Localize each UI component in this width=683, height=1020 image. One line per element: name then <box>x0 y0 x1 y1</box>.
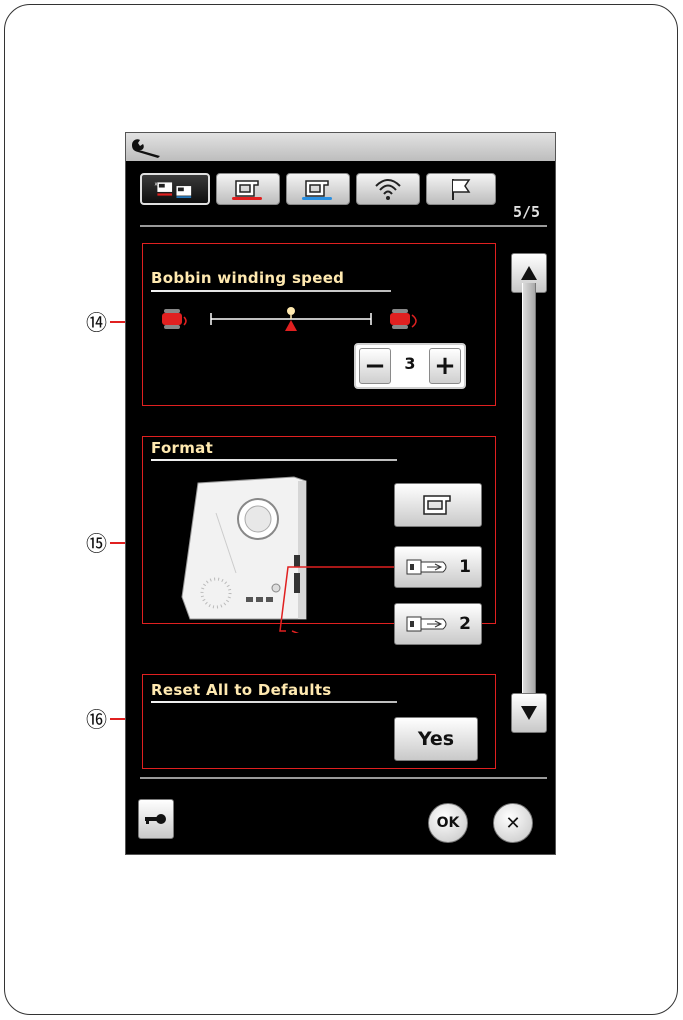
wrench-icon <box>132 139 160 158</box>
svg-text:x: x <box>154 181 157 187</box>
page-indicator: 5/5 <box>513 203 541 221</box>
machine-settings-icon: x <box>154 181 192 198</box>
tab-machine-settings[interactable]: x <box>140 173 210 205</box>
usb-stick-icon <box>406 559 447 575</box>
scroll-down-button[interactable] <box>511 693 547 733</box>
arrow-down-icon <box>521 706 537 720</box>
cancel-button[interactable]: ✕ <box>493 803 533 843</box>
format-usb1-button[interactable]: 1 <box>394 546 482 588</box>
wireless-icon <box>375 179 401 200</box>
reset-title-underline <box>151 701 397 703</box>
usb2-label: 2 <box>459 614 471 634</box>
bobbin-fast-icon <box>390 309 417 329</box>
settings-screen: x 5/5 Bobbin winding speed − 3 + Format … <box>125 132 556 855</box>
tab-divider <box>140 225 547 227</box>
footer-divider <box>140 777 547 779</box>
callout-16: ⑯ <box>86 708 107 732</box>
format-usb2-button[interactable]: 2 <box>394 603 482 645</box>
tab-sewing-settings[interactable] <box>216 173 280 205</box>
speed-increase-button[interactable]: + <box>429 348 461 384</box>
callout-15: ⑮ <box>86 532 107 556</box>
tab-embroidery-settings[interactable] <box>286 173 350 205</box>
title-bar <box>126 133 555 161</box>
arrow-up-icon <box>521 266 537 280</box>
format-title-underline <box>151 459 397 461</box>
flag-icon <box>452 179 471 200</box>
bobbin-speed-title-underline <box>151 290 391 292</box>
format-machine-button[interactable] <box>394 483 482 527</box>
reset-title: Reset All to Defaults <box>151 681 332 699</box>
usb1-label: 1 <box>459 557 471 577</box>
format-title: Format <box>151 439 214 457</box>
sewing-machine-red-icon <box>232 180 262 200</box>
tab-language[interactable] <box>426 173 496 205</box>
ok-button[interactable]: OK <box>428 803 468 843</box>
reset-yes-button[interactable]: Yes <box>394 717 478 761</box>
sewing-machine-blue-icon <box>302 180 332 200</box>
callout-14: ⑭ <box>86 311 107 335</box>
usb-stick-icon <box>406 616 447 632</box>
speed-decrease-button[interactable]: − <box>359 348 391 384</box>
bobbin-slow-icon <box>162 309 187 329</box>
speed-value: 3 <box>404 354 416 373</box>
reset-yes-label: Yes <box>417 728 455 750</box>
key-icon <box>145 814 166 824</box>
speed-stepper: − 3 + <box>354 343 466 389</box>
bobbin-speed-title: Bobbin winding speed <box>151 269 345 287</box>
tab-wireless[interactable] <box>356 173 420 205</box>
scroll-track[interactable] <box>522 283 536 693</box>
speed-slider-thumb[interactable] <box>283 305 299 335</box>
sewing-machine-icon <box>423 495 451 515</box>
lock-key-button[interactable] <box>138 799 174 839</box>
